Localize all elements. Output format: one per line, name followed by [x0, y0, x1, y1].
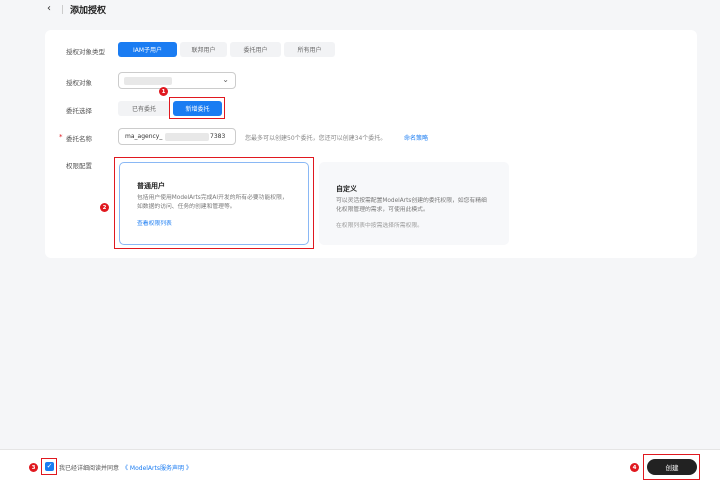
chevron-down-icon: ⌄ [222, 75, 229, 84]
annotation-box-2 [114, 157, 314, 249]
service-statement-link[interactable]: 《 ModelArts服务声明 》 [122, 463, 192, 472]
perm-card-custom[interactable]: 自定义 可以灵活按需配置ModelArts创建的委托权限，如您有精细化权限管理的… [319, 162, 509, 245]
perm-card-note: 在权限列表中按需选择所需权限。 [336, 223, 423, 229]
permission-label: 权限配置 [66, 162, 92, 170]
back-chevron-icon[interactable]: ‹ [47, 3, 51, 14]
divider [62, 5, 63, 14]
header: ‹ 添加授权 [0, 0, 720, 20]
annotation-box-1 [169, 97, 225, 119]
perm-card-title: 自定义 [336, 185, 357, 193]
redacted-value [124, 77, 172, 85]
annotation-badge-3: 3 [29, 463, 38, 472]
perm-card-desc: 可以灵活按需配置ModelArts创建的委托权限，如您有精细化权限管理的需求，可… [336, 198, 487, 213]
delegation-name-input[interactable]: ma_agency_ 7383 [118, 128, 236, 145]
name-label: 委托名称 [66, 135, 92, 143]
tab-delegated-user[interactable]: 委托用户 [230, 42, 281, 57]
object-label: 授权对象 [66, 79, 92, 87]
tab-all-users[interactable]: 所有用户 [284, 42, 335, 57]
annotation-badge-2: 2 [100, 203, 109, 212]
annotation-badge-4: 4 [630, 463, 639, 472]
name-hint: 您最多可以创建50个委托，您还可以创建34个委托。 [245, 135, 387, 142]
create-button[interactable]: 创建 [647, 459, 697, 475]
agree-text: 我已经详细阅读并同意 [59, 465, 120, 472]
page-title: 添加授权 [70, 6, 107, 16]
required-asterisk: * [59, 133, 63, 141]
type-label: 授权对象类型 [66, 48, 105, 56]
name-prefix: ma_agency_ [125, 133, 163, 140]
redacted-value [165, 133, 209, 141]
existing-delegation-button[interactable]: 已有委托 [118, 101, 170, 116]
tab-federated-user[interactable]: 联邦用户 [180, 42, 227, 57]
naming-policy-link[interactable]: 命名策略 [404, 133, 428, 142]
name-suffix: 7383 [210, 133, 226, 140]
agree-checkbox[interactable]: ✓ [45, 462, 54, 471]
tab-iam-user[interactable]: IAM子用户 [118, 42, 177, 57]
annotation-badge-1: 1 [159, 87, 168, 96]
delegation-label: 委托选择 [66, 107, 92, 115]
object-select[interactable]: ⌄ [118, 72, 236, 89]
